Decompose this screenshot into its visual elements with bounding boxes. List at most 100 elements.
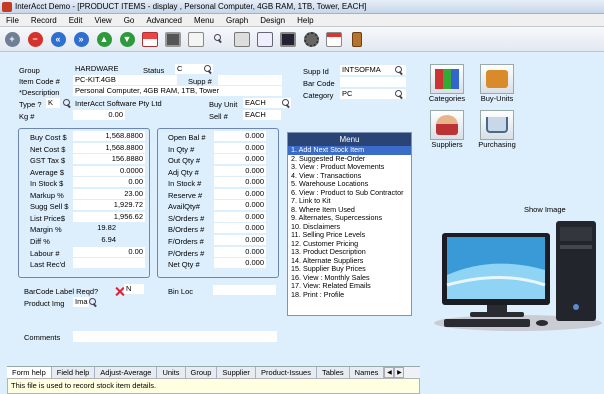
menu-item[interactable]: 15. Supplier Buy Prices [288,265,411,274]
menu-item[interactable]: 7. Link to Kit [288,197,411,206]
edit-button[interactable] [186,29,206,49]
calculator-button[interactable] [232,29,252,49]
menu-item[interactable]: 1. Add Next Stock Item [288,146,411,155]
quantity-value[interactable]: 0.000 [214,211,266,222]
tab-form-help[interactable]: Form help [7,367,52,378]
type-field[interactable]: K [46,98,60,108]
pricing-value[interactable]: 0.0000 [73,165,145,176]
menu-item[interactable]: 13. Product Description [288,248,411,257]
item-code-field[interactable]: PC-KIT.4GB [73,75,177,85]
print-button[interactable] [163,29,183,49]
menu-item[interactable]: 5. Warehouse Locations [288,180,411,189]
menu-item[interactable]: 14. Alternate Suppliers [288,257,411,266]
kg-field[interactable]: 0.00 [73,110,125,120]
pricing-value[interactable]: 0.00 [73,246,145,257]
menu-item[interactable]: 17. View: Related Emails [288,282,411,291]
last-record-button[interactable]: » [71,29,91,49]
exit-button[interactable] [347,29,367,49]
search-button[interactable] [209,29,229,49]
tab-group[interactable]: Group [185,367,218,378]
quantity-value[interactable]: 0.000 [214,200,266,211]
next-record-button[interactable]: ▼ [117,29,137,49]
menu-item[interactable]: 8. Where Item Used [288,206,411,215]
tab-supplier[interactable]: Supplier [217,367,256,378]
supp-id-lookup-icon[interactable] [395,66,404,75]
menu-item[interactable]: 10. Disclaimers [288,223,411,232]
pricing-value[interactable]: 1,956.62 [73,211,145,222]
screen-button[interactable] [278,29,298,49]
pricing-value[interactable]: 0.00 [73,177,145,188]
pricing-value[interactable] [73,258,145,269]
comments-field[interactable] [73,331,277,342]
pricing-value[interactable]: 156.8880 [73,154,145,165]
description-field[interactable]: Personal Computer, 4GB RAM, 1TB, Tower [73,86,282,96]
quantity-value[interactable]: 0.000 [214,223,266,234]
quantity-value[interactable]: 0.000 [214,188,266,199]
menu-item[interactable]: 3. View : Product Movements [288,163,411,172]
show-image-label[interactable]: Show Image [524,205,566,214]
pricing-value[interactable]: 1,568.8800 [73,142,145,153]
add-record-button[interactable]: + [2,29,22,49]
tab-field-help[interactable]: Field help [51,367,96,378]
status-lookup-icon[interactable] [204,65,213,74]
menu-view[interactable]: View [88,16,117,25]
purchasing-button[interactable]: Purchasing [475,110,519,154]
close-icon[interactable] [115,287,124,296]
product-img-lookup-icon[interactable] [89,298,98,307]
menu-edit[interactable]: Edit [63,16,89,25]
quantity-value[interactable]: 0.000 [214,131,266,141]
previous-record-button[interactable]: ▲ [94,29,114,49]
settings-button[interactable] [301,29,321,49]
menu-design[interactable]: Design [254,16,291,25]
menu-item[interactable]: 11. Selling Price Levels [288,231,411,240]
buy-units-button[interactable]: Buy-Units [475,64,519,108]
menu-item[interactable]: 9. Alternates, Supercessions [288,214,411,223]
type-lookup-icon[interactable] [63,99,72,108]
pricing-value[interactable]: 23.00 [73,188,145,199]
menu-item[interactable]: 18. Print : Profile [288,291,411,300]
menu-item[interactable]: 2. Suggested Re-Order [288,155,411,164]
buy-unit-lookup-icon[interactable] [282,99,291,108]
quantity-value[interactable]: 0.000 [214,142,266,153]
menu-go[interactable]: Go [118,16,141,25]
tab-adjust-average[interactable]: Adjust-Average [95,367,158,378]
pricing-value[interactable]: 1,929.72 [73,200,145,211]
barcode-label-reqd-field[interactable]: N [124,284,144,294]
bin-loc-field[interactable] [213,285,276,295]
category-lookup-icon[interactable] [395,90,404,99]
menu-item[interactable]: 4. View : Transactions [288,172,411,181]
first-record-button[interactable]: « [48,29,68,49]
sell-unit-field[interactable]: EACH [243,110,281,120]
tab-scroll-left-icon[interactable]: ◀ [384,367,395,378]
menu-graph[interactable]: Graph [220,16,254,25]
product-img-field[interactable]: Ima [73,297,89,307]
delete-record-button[interactable]: − [25,29,45,49]
tab-product-issues[interactable]: Product-Issues [255,367,317,378]
group-field[interactable]: HARDWARE [73,64,133,74]
pricing-value[interactable]: 1,568.8800 [73,131,145,141]
quantity-value[interactable]: 0.000 [214,246,266,257]
tab-tables[interactable]: Tables [316,367,350,378]
menu-record[interactable]: Record [25,16,63,25]
categories-button[interactable]: Categories [425,64,469,108]
home-button[interactable] [140,29,160,49]
quantity-value[interactable]: 0.000 [214,234,266,245]
bar-code-field[interactable] [340,77,406,87]
calendar-button[interactable] [324,29,344,49]
menu-file[interactable]: File [0,16,25,25]
menu-item[interactable]: 12. Customer Pricing [288,240,411,249]
quantity-value[interactable]: 0.000 [214,165,266,176]
menu-help[interactable]: Help [291,16,319,25]
menu-item[interactable]: 6. View : Product to Sub Contractor [288,189,411,198]
menu-advanced[interactable]: Advanced [140,16,188,25]
quantity-value[interactable]: 0.000 [214,154,266,165]
form-button[interactable] [255,29,275,49]
quantity-value[interactable]: 0.000 [214,177,266,188]
menu-menu[interactable]: Menu [188,16,220,25]
tab-units[interactable]: Units [157,367,186,378]
supp-field[interactable] [218,75,282,85]
tab-names[interactable]: Names [349,367,385,378]
tab-scroll-right-icon[interactable]: ▶ [394,367,405,378]
quantity-value[interactable]: 0.000 [214,258,266,269]
menu-item[interactable]: 16. View : Monthly Sales [288,274,411,283]
